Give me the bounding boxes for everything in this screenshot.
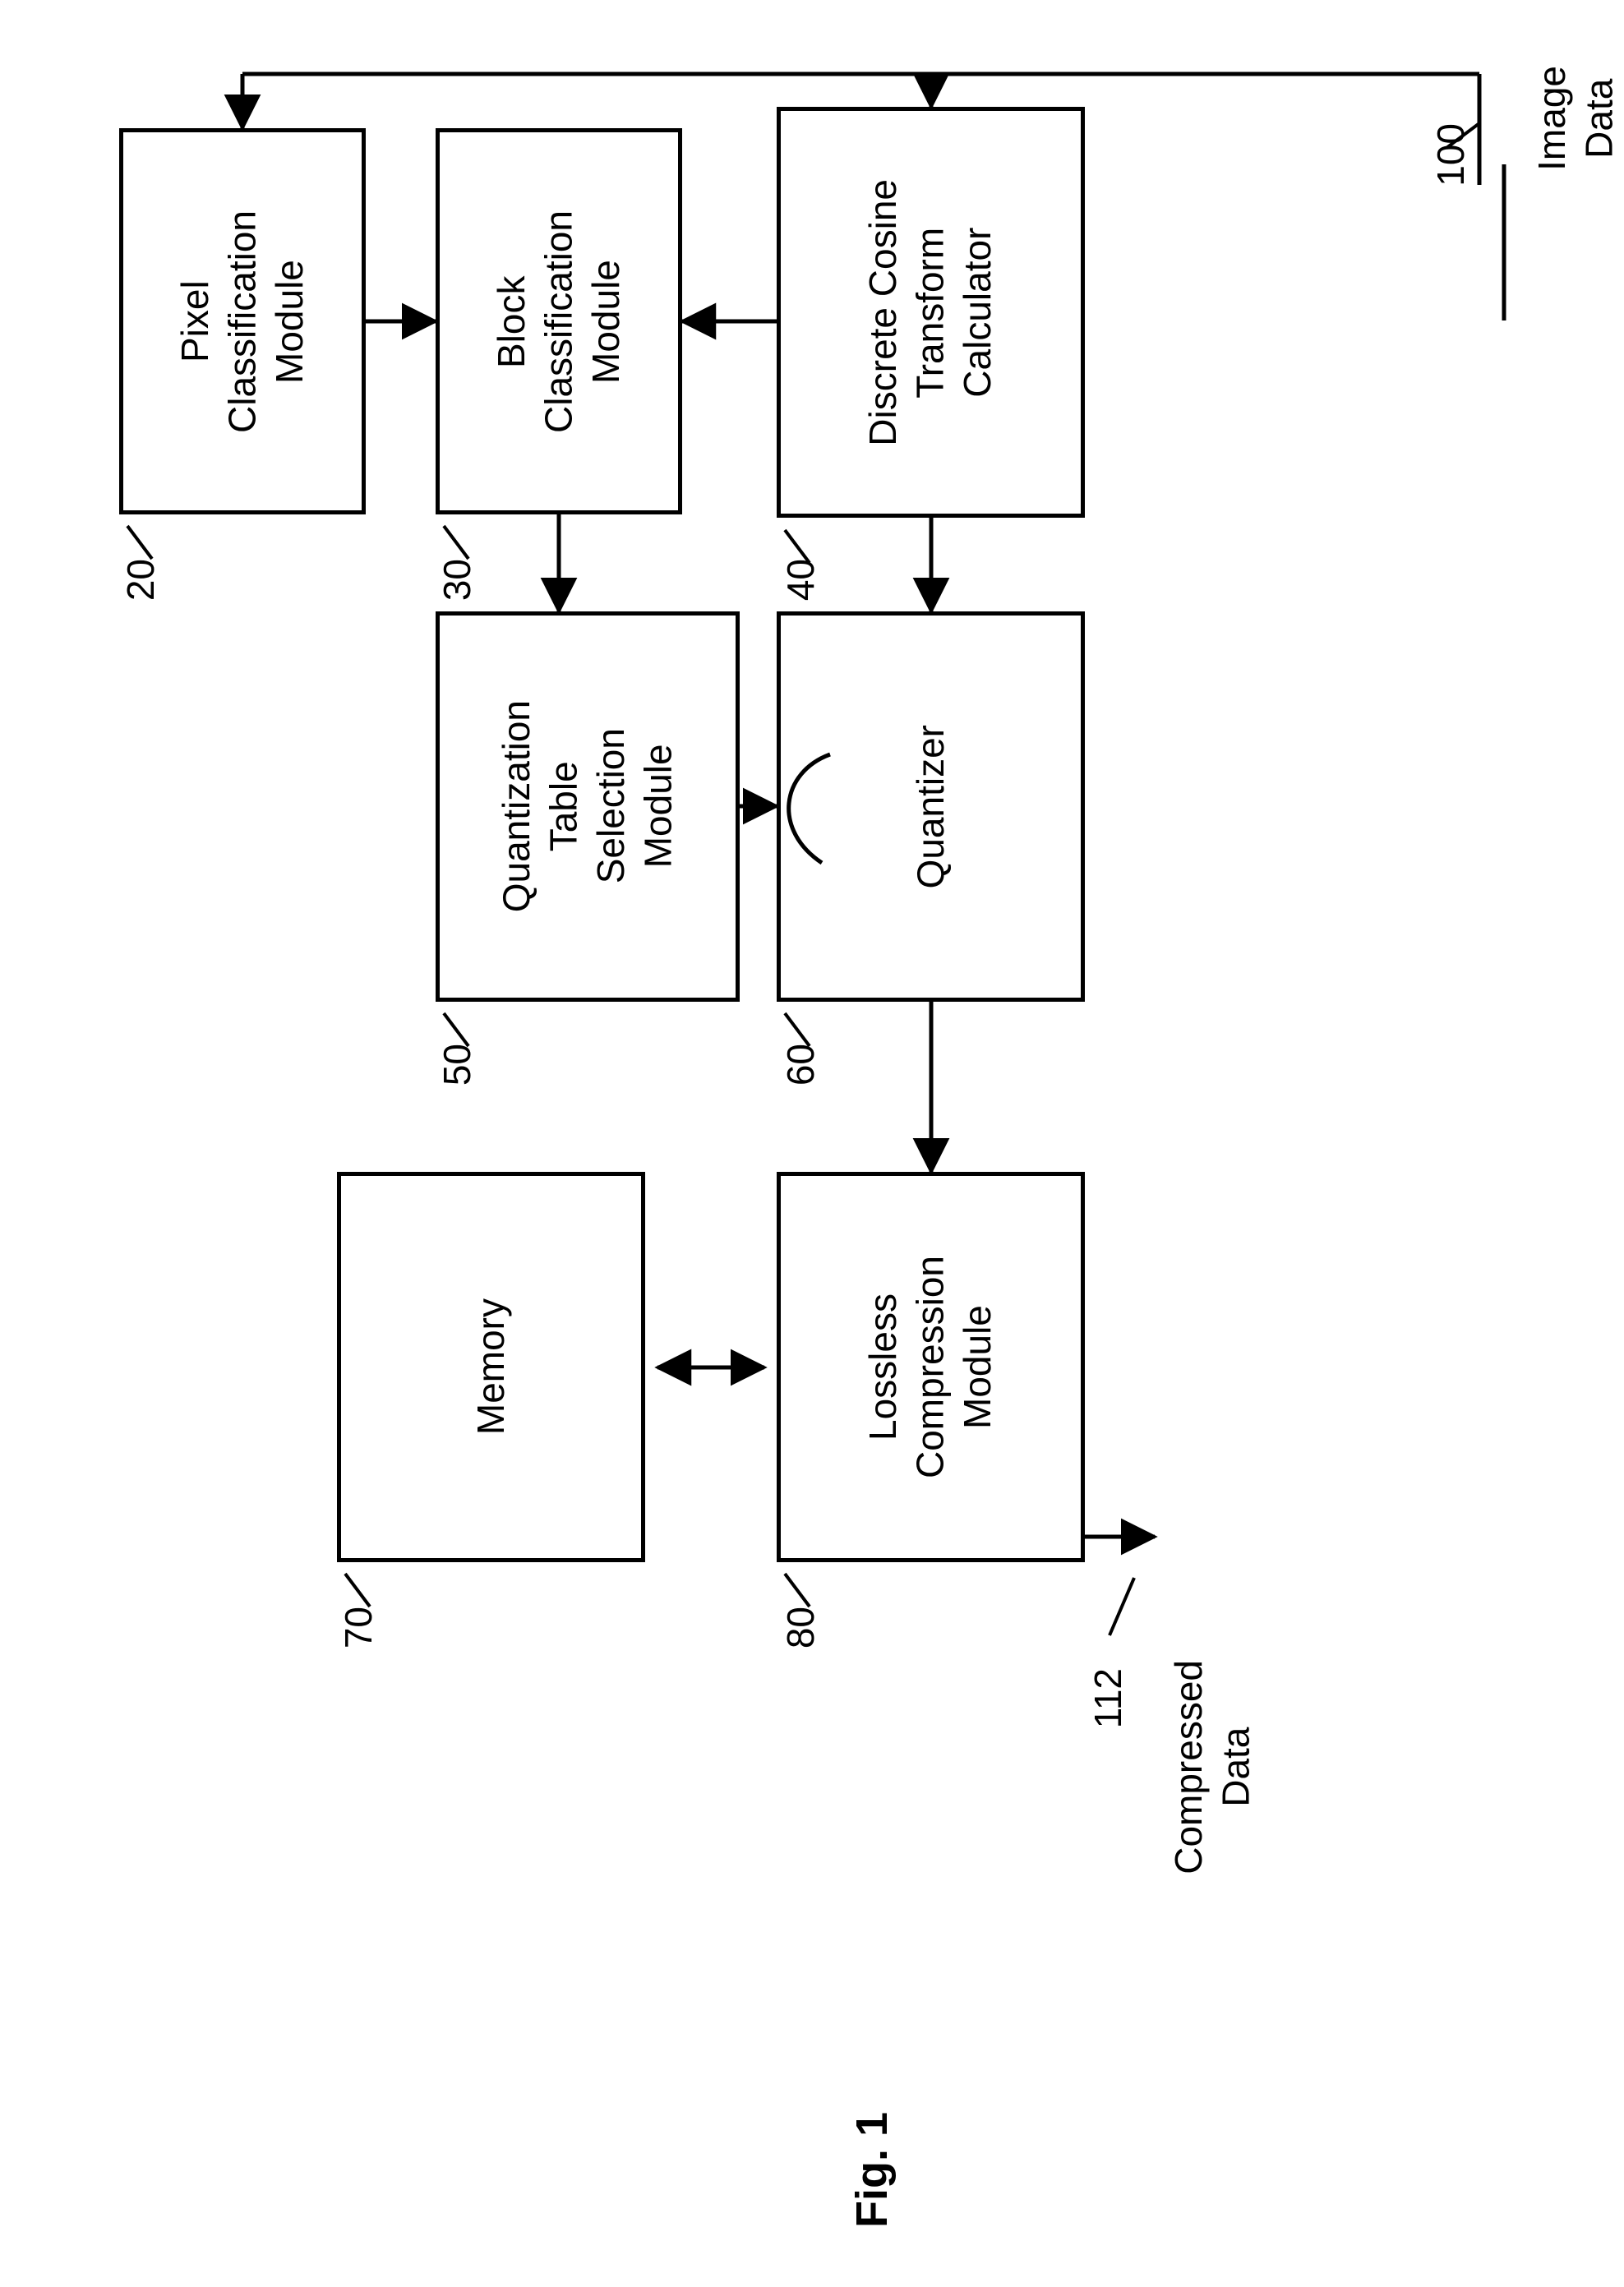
ref-50: 50 — [434, 1044, 482, 1086]
ref-112: 112 — [1085, 1668, 1133, 1728]
block-pixel-classification: Pixel Classification Module — [119, 128, 366, 514]
ref-60: 60 — [777, 1044, 825, 1086]
ref-20: 20 — [118, 559, 165, 601]
output-label: Compressed Data — [1165, 1660, 1260, 1874]
block-memory-label: Memory — [468, 1298, 515, 1435]
block-lossless-label: Lossless Compression Module — [860, 1256, 1002, 1478]
ref-100: 100 — [1428, 123, 1475, 187]
block-qtable-label: Quantization Table Selection Module — [493, 700, 682, 912]
block-qtable: Quantization Table Selection Module — [436, 611, 740, 1002]
block-memory: Memory — [337, 1172, 645, 1562]
ref-80: 80 — [777, 1607, 825, 1648]
figure-label: Fig. 1 — [847, 2112, 897, 2228]
block-lossless: Lossless Compression Module — [777, 1172, 1085, 1562]
block-quant-label: Quantizer — [907, 725, 955, 888]
block-quantizer: Quantizer — [777, 611, 1085, 1002]
block-block-label: Block Classification Module — [488, 210, 630, 433]
block-dct: Discrete Cosine Transform Calculator — [777, 107, 1085, 518]
input-label: Image Data — [1529, 66, 1623, 171]
block-block-classification: Block Classification Module — [436, 128, 682, 514]
block-pixel-label: Pixel Classification Module — [172, 210, 314, 433]
ref-70: 70 — [335, 1607, 383, 1648]
ref-40: 40 — [777, 559, 825, 601]
ref-30: 30 — [434, 559, 482, 601]
block-dct-label: Discrete Cosine Transform Calculator — [860, 179, 1002, 446]
diagram-canvas: 10 Pixel Classification Module 20 Block … — [0, 0, 1624, 2287]
